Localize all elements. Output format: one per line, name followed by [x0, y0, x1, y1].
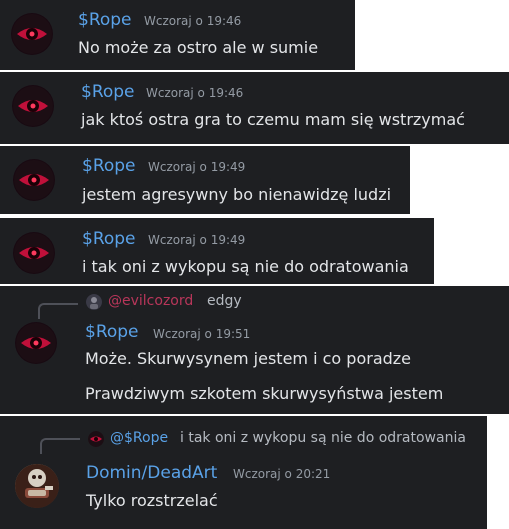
- red-eye-icon: [12, 14, 52, 54]
- message-strip-1: [0, 0, 355, 70]
- red-eye-icon: [14, 233, 54, 273]
- timestamp: Wczoraj o 19:49: [148, 160, 246, 174]
- message-strip-2: [0, 72, 509, 144]
- message-text: i tak oni z wykopu są nie do odratowania: [82, 257, 409, 276]
- reply-author[interactable]: @$Rope: [110, 430, 168, 446]
- avatar[interactable]: [15, 464, 59, 508]
- red-eye-icon: [14, 160, 54, 200]
- reply-author[interactable]: @evilcozord: [108, 293, 193, 309]
- timestamp: Wczoraj o 19:46: [146, 86, 244, 100]
- message-text: Prawdziwym szkotem skurwysyństwa jestem: [85, 384, 444, 403]
- avatar[interactable]: [12, 85, 54, 127]
- avatar[interactable]: [15, 322, 57, 364]
- red-eye-icon: [88, 431, 104, 447]
- timestamp: Wczoraj o 19:49: [148, 233, 246, 247]
- avatar[interactable]: [11, 13, 53, 55]
- author-name[interactable]: $Rope: [78, 10, 132, 30]
- skull-art-icon: [15, 464, 59, 508]
- dark-avatar-icon: [86, 294, 102, 310]
- message-text: jestem agresywny bo nienawidzę ludzi: [82, 185, 392, 204]
- author-name[interactable]: $Rope: [85, 322, 139, 342]
- message-text: Może. Skurwysynem jestem i co poradze: [85, 349, 412, 368]
- avatar[interactable]: [13, 159, 55, 201]
- author-name[interactable]: $Rope: [82, 156, 136, 176]
- avatar[interactable]: [13, 232, 55, 274]
- message-text: Tylko rozstrzelać: [86, 491, 218, 510]
- author-name[interactable]: $Rope: [81, 82, 135, 102]
- reply-connector: [38, 303, 78, 319]
- red-eye-icon: [13, 86, 53, 126]
- reply-text[interactable]: i tak oni z wykopu są nie do odratowania: [180, 430, 466, 446]
- timestamp: Wczoraj o 19:46: [144, 14, 242, 28]
- reply-connector: [40, 438, 80, 454]
- message-text: jak ktoś ostra gra to czemu mam się wstr…: [81, 110, 465, 129]
- message-text: No może za ostro ale w sumie: [78, 38, 319, 57]
- timestamp: Wczoraj o 19:51: [153, 327, 251, 341]
- red-eye-icon: [16, 323, 56, 363]
- timestamp: Wczoraj o 20:21: [233, 467, 331, 481]
- author-name[interactable]: $Rope: [82, 229, 136, 249]
- reply-avatar: [86, 294, 102, 310]
- reply-avatar: [88, 431, 104, 447]
- reply-text[interactable]: edgy: [207, 293, 242, 309]
- author-name[interactable]: Domin/DeadArt: [86, 463, 217, 483]
